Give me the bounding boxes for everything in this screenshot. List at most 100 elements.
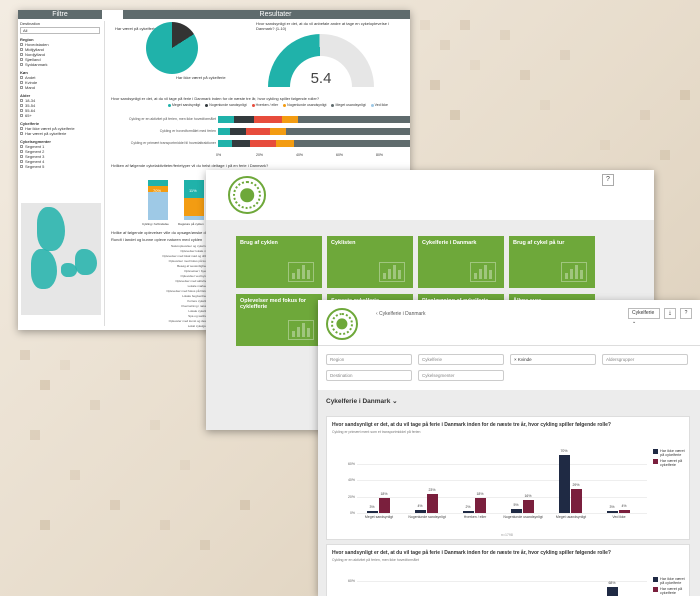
bar-segment[interactable] (298, 116, 410, 123)
bar[interactable] (427, 494, 438, 513)
download-icon[interactable]: ⤓ (664, 308, 676, 319)
destination-select[interactable]: All (20, 27, 100, 34)
bar-segment[interactable] (250, 140, 276, 147)
bar-segment[interactable] (232, 140, 250, 147)
cyclist-checkbox-box[interactable] (20, 132, 23, 135)
likelihood-bar[interactable] (218, 116, 410, 123)
bar[interactable] (415, 509, 426, 513)
help-button[interactable]: ? (680, 308, 692, 319)
column-label: Dagsture på cyklen (178, 222, 204, 226)
destination-filter[interactable]: Destination (326, 370, 412, 381)
gender-checkbox[interactable]: Mand (20, 85, 100, 90)
map-region-jutland-north[interactable] (37, 207, 65, 251)
bar-segment[interactable] (234, 116, 254, 123)
bar[interactable] (475, 498, 486, 513)
segment-checkbox-box[interactable] (20, 165, 23, 168)
help-button[interactable]: ? (602, 174, 614, 186)
tile-4[interactable]: Brug af cykel på tur (509, 236, 595, 288)
age-checkbox-box[interactable] (20, 109, 23, 112)
bar[interactable] (463, 511, 474, 513)
donut-chart[interactable] (146, 22, 198, 74)
dansk-cykelturisme-logo[interactable] (326, 308, 358, 340)
donut-label-yes: Har været på cykelferie (115, 26, 157, 31)
age-checkbox-box[interactable] (20, 99, 23, 102)
legend-swatch (653, 587, 658, 592)
region-checkbox-box[interactable] (20, 53, 23, 56)
bar[interactable] (607, 587, 618, 596)
breadcrumb[interactable]: ‹ Cykelferie i Danmark (376, 311, 425, 317)
bar-segment[interactable] (218, 116, 234, 123)
bar-segment[interactable] (286, 128, 410, 135)
bar[interactable] (607, 510, 618, 513)
bar[interactable] (571, 489, 582, 513)
experience-subtitle: Rundt i landet og kunne opleve naturen m… (111, 237, 203, 242)
cyclist-checkbox[interactable]: Har været på cykelferie (20, 131, 100, 136)
category-label: Meget sandsynligt (364, 515, 394, 519)
bar-segment[interactable] (282, 116, 298, 123)
experience-row-label: Oplevelser i byerne (184, 269, 210, 273)
column-segment[interactable] (148, 192, 168, 220)
report-dropdown[interactable]: Cykelferie ⌄ (628, 308, 660, 325)
region-checkbox-box[interactable] (20, 48, 23, 51)
segment-checkbox-box[interactable] (20, 155, 23, 158)
age-checkbox-box[interactable] (20, 114, 23, 117)
legend-item: Hverken / eller (251, 103, 278, 107)
experience-row-label: Oplevelser med aktiviteter (175, 279, 210, 283)
segment-checkbox[interactable]: Segment 5 (20, 164, 100, 169)
gender-checkbox-box[interactable] (20, 76, 23, 79)
age-checkbox[interactable]: 65+ (20, 113, 100, 118)
column-segment[interactable] (184, 197, 204, 216)
bar[interactable] (367, 510, 378, 513)
likelihood-bar[interactable] (218, 140, 410, 147)
region-checkbox[interactable]: Syddanmark (20, 62, 100, 67)
bar-segment[interactable] (218, 128, 230, 135)
segment-checkbox-box[interactable] (20, 145, 23, 148)
age-filter[interactable]: Aldersgrupper (602, 354, 688, 365)
bar-segment[interactable] (218, 140, 232, 147)
denmark-map[interactable] (21, 203, 101, 315)
bar[interactable] (379, 498, 390, 513)
gender-checkbox-list: Andet Kvinde Mand (20, 75, 100, 90)
bar-segment[interactable] (230, 128, 246, 135)
segment-checkbox-box[interactable] (20, 160, 23, 163)
likelihood-bar[interactable] (218, 128, 410, 135)
gender-checkbox-label: Mand (25, 85, 36, 90)
tile-5[interactable]: Oplevelser med fokus for cyklefferie (236, 294, 322, 346)
region-filter[interactable]: Region (326, 354, 412, 365)
gender-checkbox-box[interactable] (20, 81, 23, 84)
stacked-column[interactable] (148, 180, 168, 220)
map-region-jutland-south[interactable] (31, 249, 57, 289)
bar-segment[interactable] (276, 140, 294, 147)
region-checkbox-box[interactable] (20, 63, 23, 66)
gender-filter[interactable]: × Kvinde (510, 354, 596, 365)
column-segment[interactable] (184, 215, 204, 220)
age-checkbox-box[interactable] (20, 104, 23, 107)
cyclist-checkbox-box[interactable] (20, 127, 23, 130)
bar-segment[interactable] (294, 140, 410, 147)
pixel-tile (30, 430, 40, 440)
segment-checkbox-box[interactable] (20, 150, 23, 153)
cyclist-filter[interactable]: Cykelferie (418, 354, 504, 365)
tile-1[interactable]: Brug af cyklen (236, 236, 322, 288)
bar-segment[interactable] (254, 116, 282, 123)
dansk-cykelturisme-logo[interactable] (228, 176, 266, 214)
tile-2[interactable]: Cyklisten (327, 236, 413, 288)
gender-checkbox-box[interactable] (20, 86, 23, 89)
bar-segment[interactable] (246, 128, 270, 135)
legend-item: Meget usandsynligt (331, 103, 366, 107)
section-title[interactable]: Cykelferie i Danmark ⌄ (326, 397, 398, 405)
map-region-zealand[interactable] (75, 249, 97, 275)
bar[interactable] (619, 509, 630, 513)
bar-row-label: Cykling er primært transportmiddel til h… (130, 141, 216, 145)
tile-label: Brug af cyklen (240, 240, 278, 246)
region-checkbox-box[interactable] (20, 58, 23, 61)
stacked-column[interactable] (184, 180, 204, 220)
bar-data-label: 70% (560, 449, 568, 454)
region-checkbox-box[interactable] (20, 43, 23, 46)
segment-filter[interactable]: Cykelsegmenter (418, 370, 504, 381)
category-label: Meget usandsynligt (555, 515, 587, 519)
bar[interactable] (523, 499, 534, 513)
tile-3[interactable]: Cykelferie i Danmark (418, 236, 504, 288)
bar-segment[interactable] (270, 128, 286, 135)
bar[interactable] (511, 508, 522, 513)
